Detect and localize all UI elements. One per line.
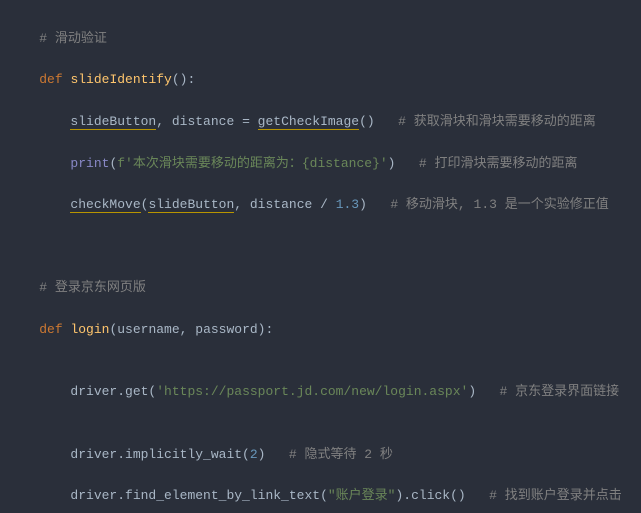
code-line: driver.find_element_by_link_text("账户登录")…: [8, 486, 641, 507]
code-editor[interactable]: # 滑动验证 def slideIdentify(): slideButton,…: [0, 0, 641, 513]
code-line: # 登录京东网页版: [8, 278, 641, 299]
code-line: checkMove(slideButton, distance / 1.3) #…: [8, 195, 641, 216]
code-line: # 滑动验证: [8, 29, 641, 50]
code-line: slideButton, distance = getCheckImage() …: [8, 112, 641, 133]
comment: # 滑动验证: [39, 31, 107, 46]
code-line: driver.implicitly_wait(2) # 隐式等待 2 秒: [8, 445, 641, 466]
code-line: driver.get('https://passport.jd.com/new/…: [8, 382, 641, 403]
code-line: def slideIdentify():: [8, 70, 641, 91]
code-line: def login(username, password):: [8, 320, 641, 341]
code-line: print(f'本次滑块需要移动的距离为：{distance}') # 打印滑块…: [8, 154, 641, 175]
